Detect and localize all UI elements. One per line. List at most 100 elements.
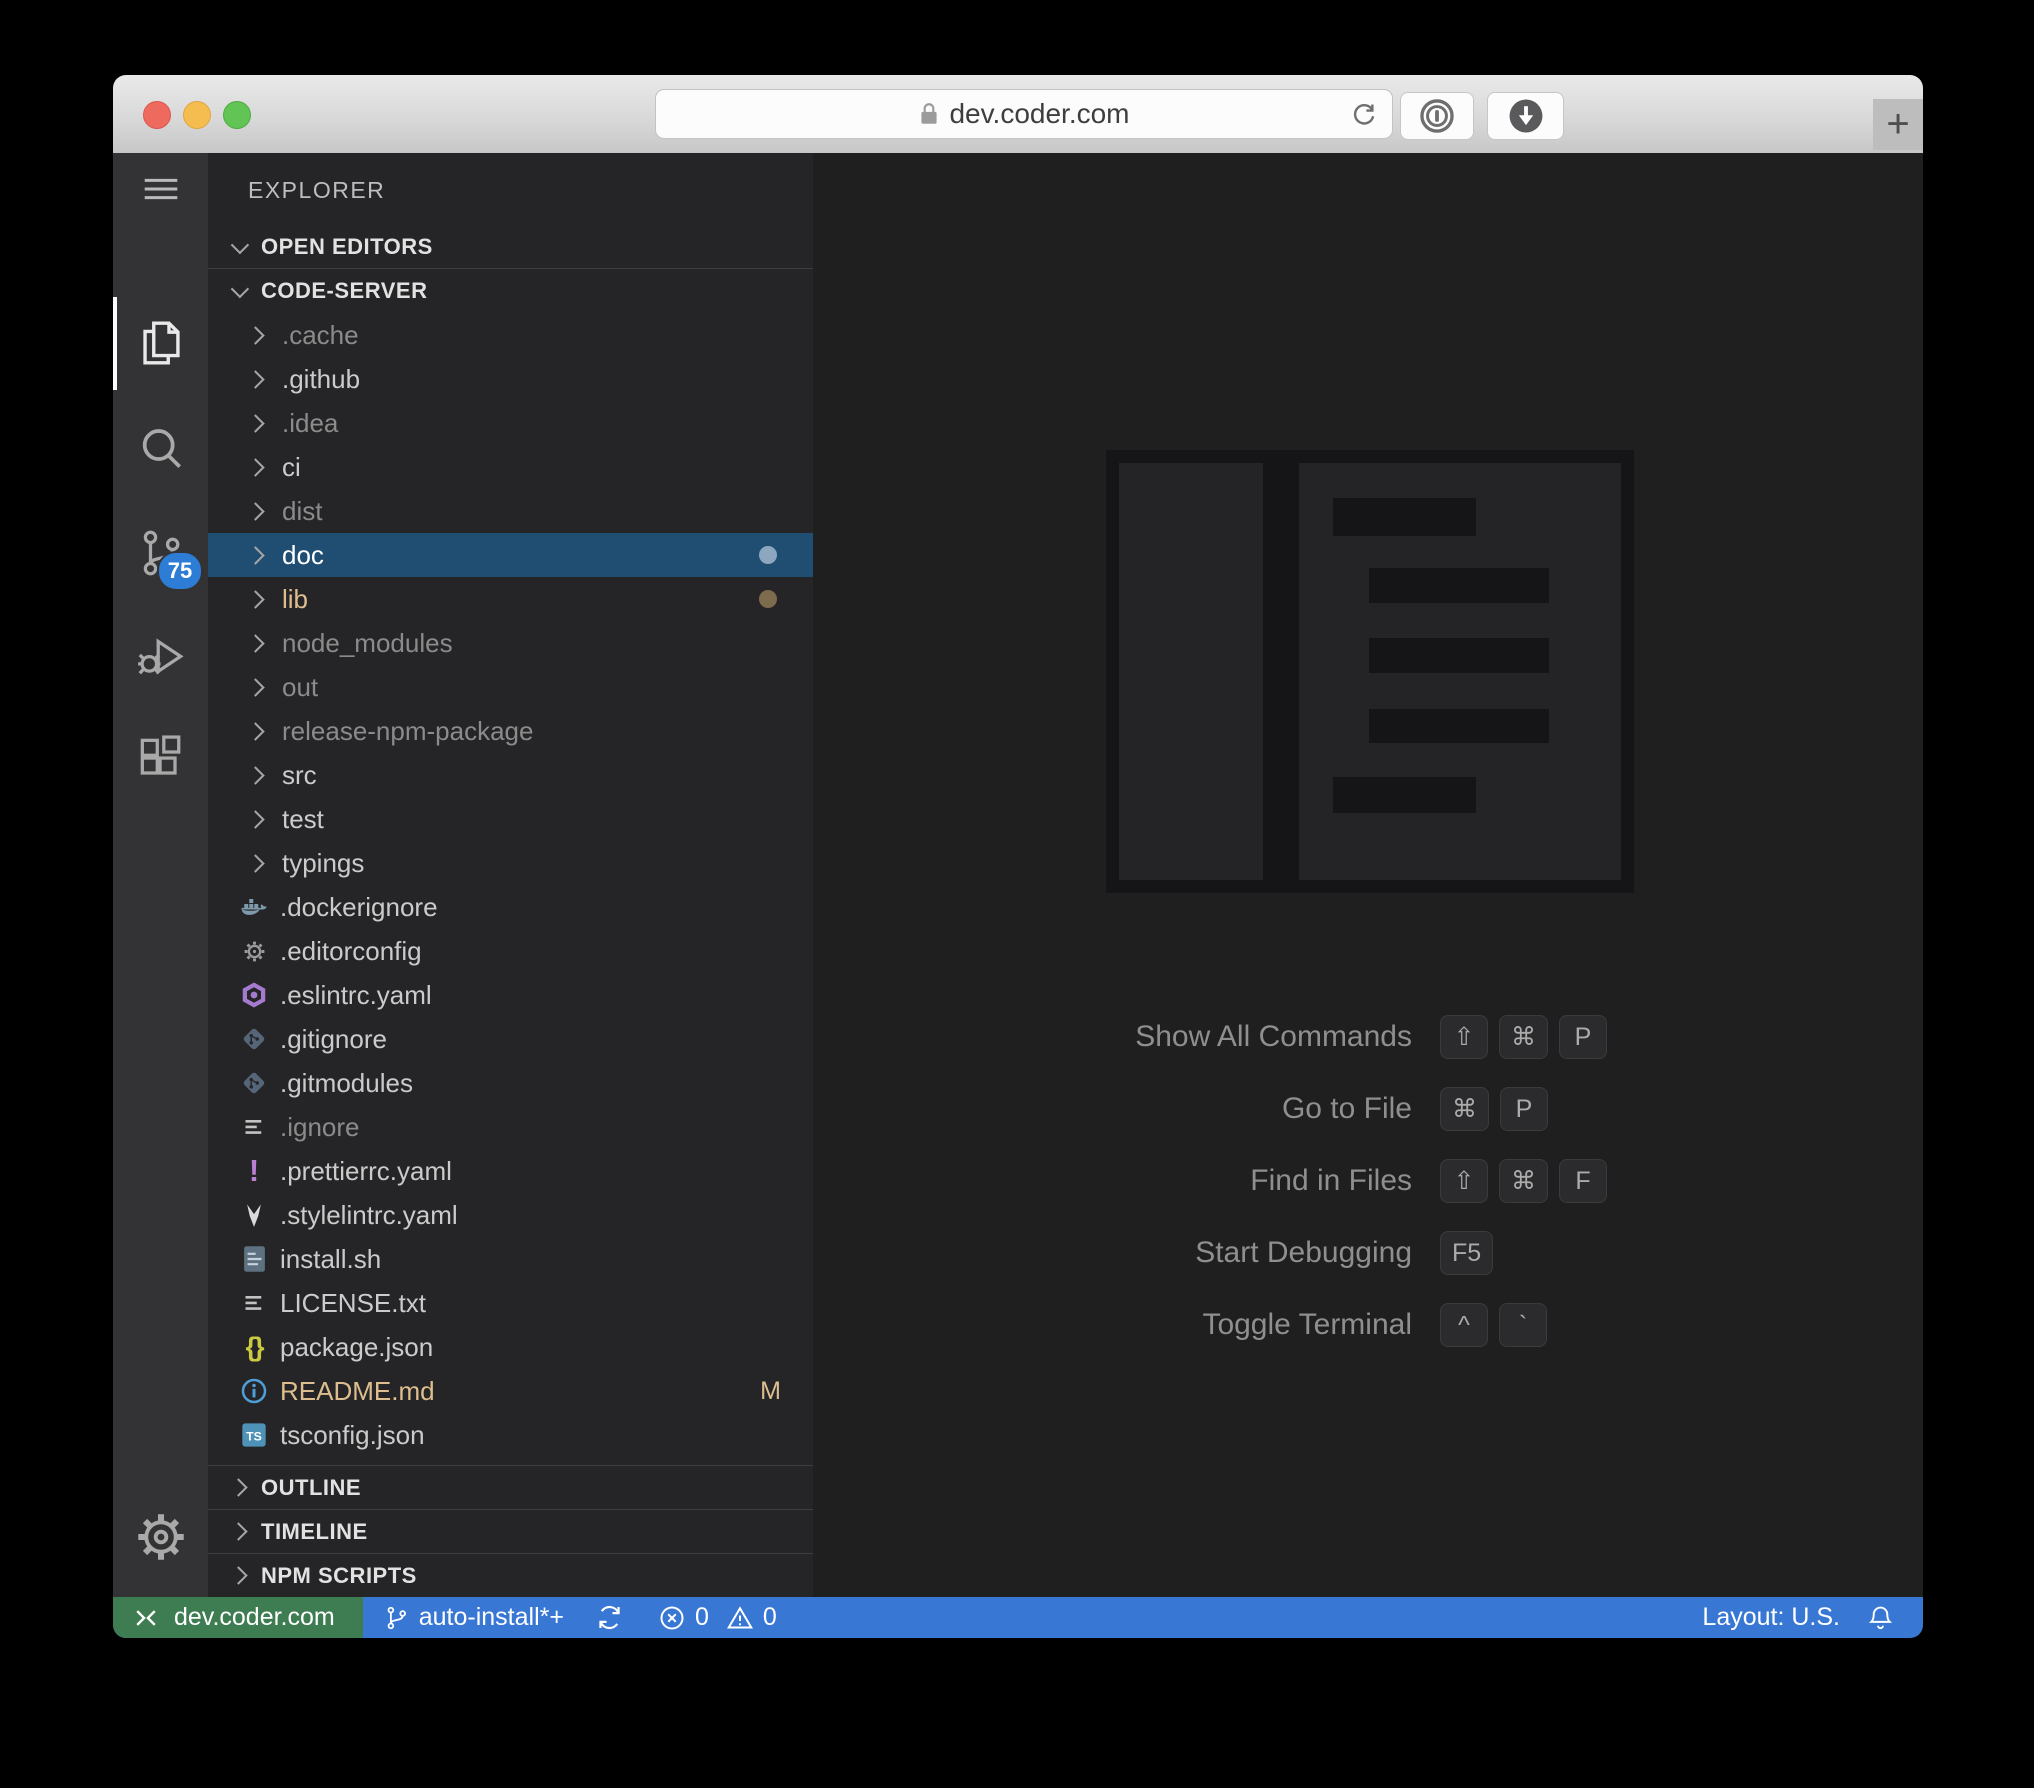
downloads-button[interactable] [1487,92,1564,140]
keyboard-layout-indicator[interactable]: Layout: U.S. [1702,1603,1840,1632]
lines-icon [237,1114,271,1141]
notifications-bell[interactable] [1866,1602,1895,1633]
shortcut-hint-find-in-files: Find in Files ⇧ ⌘ F [813,1157,1923,1205]
shortcut-keys: F5 [1440,1231,1494,1275]
tree-item-.eslintrc.yaml[interactable]: .eslintrc.yaml [208,973,813,1017]
shortcut-keys: ⌘ P [1440,1087,1548,1131]
keycap: ⇧ [1440,1015,1488,1059]
shortcut-hint-toggle-terminal: Toggle Terminal ^ ` [813,1301,1923,1349]
zoom-window-button[interactable] [223,101,251,129]
tree-item-doc[interactable]: doc [208,533,813,577]
folder-chevron-icon [246,501,265,521]
bell-icon [1866,1602,1895,1633]
info-icon [237,1376,271,1406]
chevron-down-icon [230,279,250,299]
tree-item-label: lib [282,583,309,614]
tree-item-.github[interactable]: .github [208,357,813,401]
warning-icon [725,1603,755,1633]
new-tab-button[interactable]: + [1873,99,1923,150]
tree-item-.stylelintrc.yaml[interactable]: .stylelintrc.yaml [208,1193,813,1237]
sidebar-item-extensions[interactable] [113,709,208,809]
keycap: F5 [1440,1231,1494,1275]
tree-item-test[interactable]: test [208,797,813,841]
eslint-icon [237,980,271,1010]
sync-button[interactable] [594,1602,625,1633]
chevron-right-icon [229,1522,248,1541]
shell-icon [237,1244,271,1274]
source-control-badge: 75 [157,551,203,591]
tree-item-.gitmodules[interactable]: .gitmodules [208,1061,813,1105]
tree-item-.idea[interactable]: .idea [208,401,813,445]
tree-item-label: .ignore [280,1111,360,1142]
gear-icon [132,1508,190,1566]
tree-item-label: README.md [280,1375,435,1406]
tree-item-typings[interactable]: typings [208,841,813,885]
tree-item-out[interactable]: out [208,665,813,709]
remote-host-label: dev.coder.com [174,1603,335,1631]
keycap: ` [1499,1303,1547,1347]
shortcut-hint-start-debugging: Start Debugging F5 [813,1229,1923,1277]
remote-indicator[interactable]: dev.coder.com [113,1597,363,1638]
activity-bar: 75 [113,153,208,1597]
section-label: CODE-SERVER [261,277,428,303]
shortcut-label: Show All Commands [1135,1020,1412,1053]
section-label: TIMELINE [261,1518,368,1544]
tree-item-.cache[interactable]: .cache [208,313,813,357]
tree-item-.prettierrc.yaml[interactable]: ! .prettierrc.yaml [208,1149,813,1193]
section-label: OUTLINE [261,1474,362,1500]
close-window-button[interactable] [143,101,171,129]
tree-item-.dockerignore[interactable]: .dockerignore [208,885,813,929]
explorer-title: EXPLORER [248,177,386,203]
tree-item-label: ci [282,451,301,482]
tree-item-label: .gitignore [280,1023,387,1054]
problems-indicator[interactable]: 0 0 [657,1603,777,1633]
branch-icon [383,1603,410,1633]
git-branch-indicator[interactable]: auto-install*+ [383,1603,564,1633]
tree-item-lib[interactable]: lib [208,577,813,621]
address-bar[interactable]: dev.coder.com [655,89,1393,139]
tree-item-install.sh[interactable]: install.sh [208,1237,813,1281]
sidebar-item-source-control[interactable]: 75 [113,503,208,603]
section-code-server[interactable]: CODE-SERVER [208,269,813,312]
menu-button[interactable] [113,157,208,221]
tree-item-.editorconfig[interactable]: .editorconfig [208,929,813,973]
onepassword-extension-button[interactable] [1400,92,1474,140]
sidebar-item-search[interactable] [113,399,208,499]
sidebar-item-run-debug[interactable] [113,605,208,705]
reload-icon[interactable] [1348,99,1380,131]
tree-item-.ignore[interactable]: .ignore [208,1105,813,1149]
sidebar-item-explorer[interactable] [113,293,208,393]
tree-item-README.md[interactable]: README.md M [208,1369,813,1413]
tree-item-release-npm-package[interactable]: release-npm-package [208,709,813,753]
file-tree: .cache .github .idea ci dist doc lib node_modul… [208,313,813,1457]
settings-button[interactable] [113,1487,208,1587]
tree-item-LICENSE.txt[interactable]: LICENSE.txt [208,1281,813,1325]
section-npm-scripts[interactable]: NPM SCRIPTS [208,1553,813,1597]
hamburger-icon [138,166,184,212]
tree-item-dist[interactable]: dist [208,489,813,533]
keycap: ⌘ [1499,1159,1548,1203]
tree-item-node_modules[interactable]: node_modules [208,621,813,665]
tree-item-label: .github [282,363,361,394]
section-open-editors[interactable]: OPEN EDITORS [208,225,813,268]
explorer-sidebar: EXPLORER OPEN EDITORS CODE-SERVER .cache… [208,153,813,1597]
minimize-window-button[interactable] [183,101,211,129]
tree-item-label: out [282,671,319,702]
folder-chevron-icon [246,325,265,345]
branch-name: auto-install*+ [418,1603,564,1631]
folder-chevron-icon [246,413,265,433]
tree-item-.gitignore[interactable]: .gitignore [208,1017,813,1061]
tree-item-tsconfig.json[interactable]: TS tsconfig.json [208,1413,813,1457]
section-timeline[interactable]: TIMELINE [208,1509,813,1553]
tree-item-label: node_modules [282,627,453,658]
vscode-watermark [1106,450,1634,893]
tree-item-ci[interactable]: ci [208,445,813,489]
tree-item-package.json[interactable]: {} package.json [208,1325,813,1369]
tree-item-src[interactable]: src [208,753,813,797]
section-label: NPM SCRIPTS [261,1562,417,1588]
tree-item-label: release-npm-package [282,715,534,746]
tree-item-label: package.json [280,1331,434,1362]
section-outline[interactable]: OUTLINE [208,1465,813,1509]
tree-item-label: typings [282,847,365,878]
folder-chevron-icon [246,369,265,389]
